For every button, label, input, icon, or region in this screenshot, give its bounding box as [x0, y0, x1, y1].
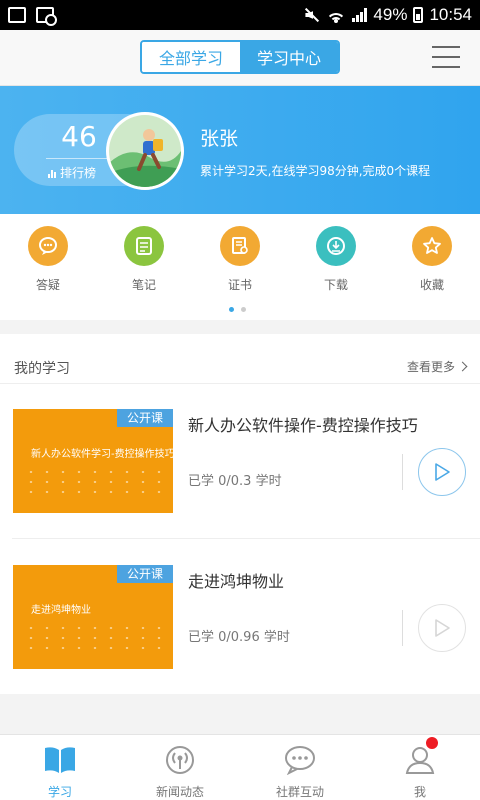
- qa-download-label: 下载: [323, 278, 348, 292]
- qa-certificate-label: 证书: [227, 278, 252, 292]
- clock: 10:54: [429, 5, 472, 24]
- see-more-label: 查看更多: [406, 360, 455, 374]
- notification-badge: [426, 737, 438, 749]
- image-notification-icon: [8, 7, 26, 23]
- download-icon: [316, 226, 356, 266]
- course-item[interactable]: 公开课 新人办公软件学习-费控操作技巧 新人办公软件操作-费控操作技巧 已学 0…: [0, 404, 480, 544]
- user-name: 张张: [200, 128, 239, 150]
- quick-actions: 答疑 笔记 证书 下载 收藏: [0, 214, 480, 320]
- avatar[interactable]: [106, 112, 184, 190]
- course-tag: 公开课: [117, 409, 173, 427]
- broadcast-icon: [166, 746, 194, 774]
- mute-icon: [304, 7, 320, 23]
- star-icon: [412, 226, 452, 266]
- battery-percent: 49%: [373, 5, 408, 24]
- course-title[interactable]: 新人办公软件操作-费控操作技巧: [188, 412, 418, 436]
- book-icon: [45, 747, 75, 773]
- tab-me[interactable]: 我: [360, 735, 480, 800]
- divider: [402, 610, 403, 646]
- tab-news[interactable]: 新闻动态: [120, 735, 240, 800]
- qa-answer[interactable]: 答疑: [8, 226, 88, 293]
- play-button[interactable]: [418, 604, 466, 652]
- chat-icon: [285, 746, 315, 776]
- play-button[interactable]: [418, 448, 466, 496]
- rank-label: 排行榜: [60, 166, 97, 180]
- my-study-section: 我的学习 查看更多 公开课 新人办公软件学习-费控操作技巧 新人办公软件操作-费…: [0, 334, 480, 694]
- tab-learning-center[interactable]: 学习中心: [240, 42, 338, 72]
- see-more-link[interactable]: 查看更多: [406, 358, 468, 375]
- page-indicator: [229, 307, 246, 312]
- course-title[interactable]: 走进鸿坤物业: [188, 568, 284, 592]
- signal-icon: [352, 8, 368, 22]
- battery-icon: [413, 7, 424, 23]
- chat-bubble-icon: [28, 226, 68, 266]
- play-icon: [435, 463, 450, 481]
- course-tag: 公开课: [117, 565, 173, 583]
- tab-me-label: 我: [413, 785, 426, 799]
- row-divider: [12, 538, 480, 539]
- divider: [402, 454, 403, 490]
- chevron-right-icon: [457, 361, 468, 372]
- download-notification-icon: [36, 7, 57, 26]
- study-stats: 累计学习2天,在线学习98分钟,完成0个课程: [200, 164, 431, 178]
- course-thumbnail[interactable]: 公开课 走进鸿坤物业: [13, 565, 173, 669]
- qa-answer-label: 答疑: [35, 278, 60, 292]
- tab-all-learning[interactable]: 全部学习: [142, 42, 240, 72]
- bottom-tab-bar: 学习 新闻动态 社群互动 我: [0, 734, 480, 800]
- qa-certificate[interactable]: 证书: [200, 226, 280, 293]
- thumb-title: 新人办公软件学习-费控操作技巧: [31, 449, 173, 460]
- tab-community[interactable]: 社群互动: [240, 735, 360, 800]
- course-item[interactable]: 公开课 走进鸿坤物业 走进鸿坤物业 已学 0/0.96 学时: [0, 560, 480, 700]
- top-nav: 全部学习 学习中心: [0, 30, 480, 86]
- section-title: 我的学习: [14, 361, 70, 377]
- tab-community-label: 社群互动: [275, 785, 324, 799]
- qa-favorites-label: 收藏: [419, 278, 444, 292]
- thumb-pattern: [23, 623, 163, 657]
- certificate-icon: [220, 226, 260, 266]
- course-progress: 已学 0/0.96 学时: [188, 630, 290, 645]
- leaderboard-icon: [48, 168, 56, 178]
- tab-news-label: 新闻动态: [155, 785, 204, 799]
- section-header: 我的学习 查看更多: [0, 334, 480, 384]
- course-progress: 已学 0/0.3 学时: [188, 474, 282, 489]
- qa-download[interactable]: 下载: [296, 226, 376, 293]
- qa-favorites[interactable]: 收藏: [392, 226, 472, 293]
- person-icon: [405, 747, 435, 774]
- status-bar: 49% 10:54: [0, 0, 480, 30]
- wifi-icon: [326, 7, 347, 23]
- course-thumbnail[interactable]: 公开课 新人办公软件学习-费控操作技巧: [13, 409, 173, 513]
- note-icon: [124, 226, 164, 266]
- thumb-pattern: [23, 467, 163, 501]
- tab-study[interactable]: 学习: [0, 735, 120, 800]
- segment-control: 全部学习 学习中心: [140, 40, 340, 74]
- menu-icon[interactable]: [432, 46, 460, 68]
- tab-study-label: 学习: [47, 785, 72, 799]
- qa-notes[interactable]: 笔记: [104, 226, 184, 293]
- thumb-title: 走进鸿坤物业: [31, 605, 91, 616]
- play-icon: [435, 619, 450, 637]
- profile-banner: 46 排行榜 张张 累计学习2天,在线学习98分钟,完成0个课程: [0, 86, 480, 214]
- qa-notes-label: 笔记: [131, 278, 156, 292]
